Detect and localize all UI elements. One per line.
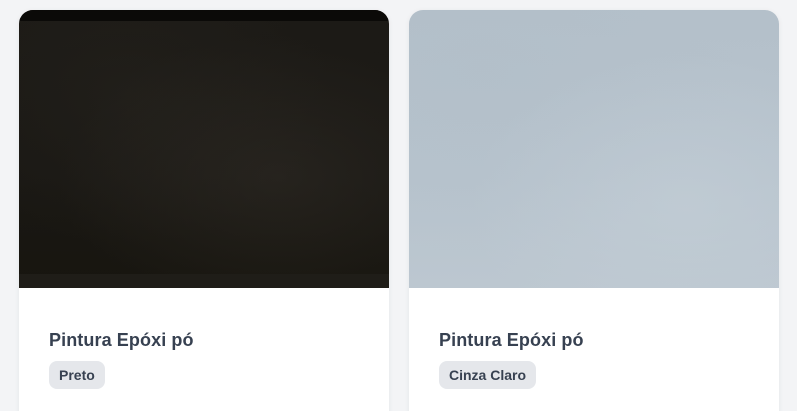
product-title[interactable]: Pintura Epóxi pó xyxy=(439,330,749,351)
color-badge: Preto xyxy=(49,361,105,389)
product-title[interactable]: Pintura Epóxi pó xyxy=(49,330,359,351)
product-image[interactable] xyxy=(19,10,389,288)
color-badge: Cinza Claro xyxy=(439,361,537,389)
product-grid: Pintura Epóxi pó Preto Pintura Epóxi pó … xyxy=(0,0,797,411)
product-card[interactable]: Pintura Epóxi pó Preto xyxy=(19,10,389,411)
card-body: Pintura Epóxi pó Preto xyxy=(19,330,389,389)
product-card[interactable]: Pintura Epóxi pó Cinza Claro xyxy=(409,10,779,411)
card-body: Pintura Epóxi pó Cinza Claro xyxy=(409,330,779,389)
product-image[interactable] xyxy=(409,10,779,288)
